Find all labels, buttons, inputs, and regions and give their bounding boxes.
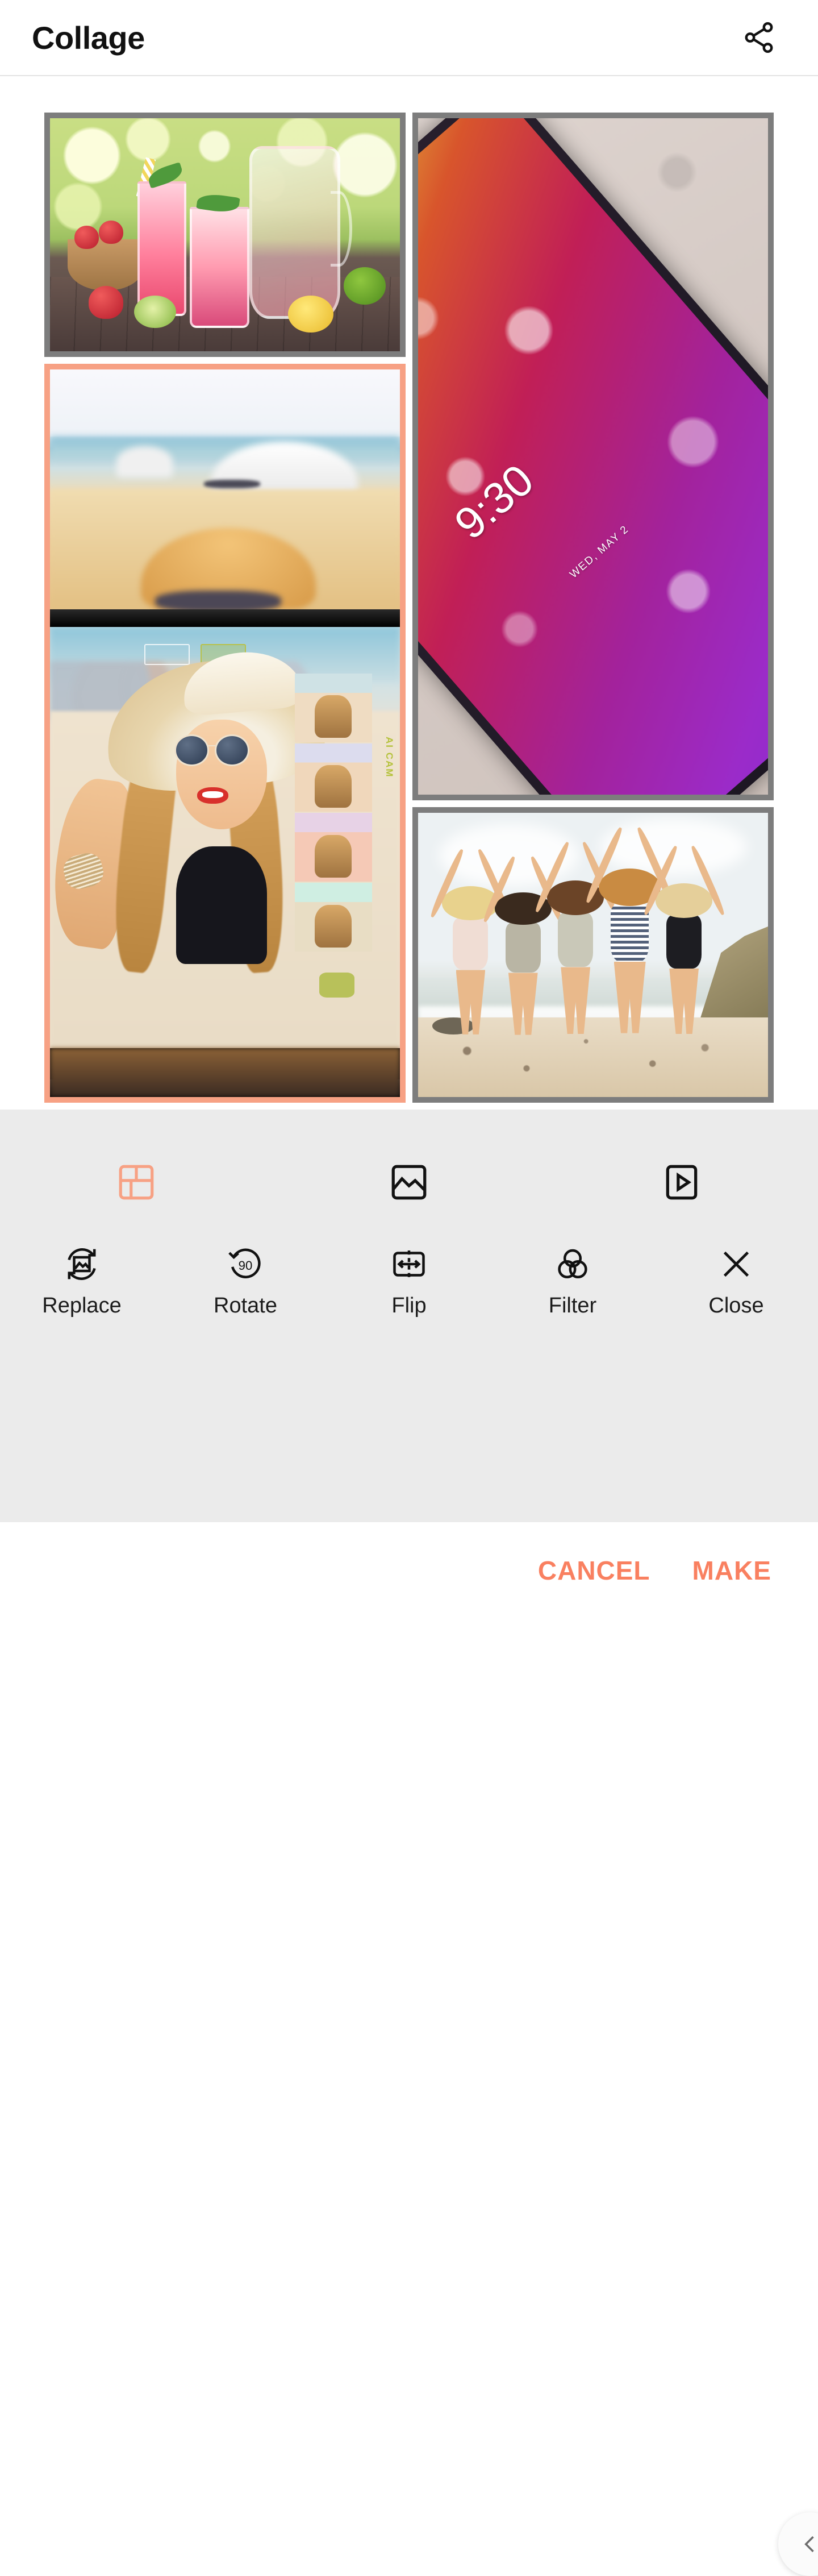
collage-grid: AI CAM 9:30 WED, MAY 2 <box>44 113 774 1103</box>
tool-flip[interactable]: Flip <box>327 1244 491 1318</box>
share-icon <box>745 22 773 53</box>
beach-selfie-phone-photo: AI CAM <box>50 369 400 1097</box>
wet-phone-wallpaper-photo: 9:30 WED, MAY 2 <box>418 118 768 795</box>
tab-background[interactable] <box>273 1161 545 1203</box>
tool-label-close: Close <box>708 1294 764 1318</box>
tool-label-rotate: Rotate <box>214 1294 277 1318</box>
friends-jumping-beach-photo <box>418 813 768 1097</box>
cancel-button[interactable]: CANCEL <box>538 1555 650 1586</box>
collage-cell-fruit-lemonade[interactable] <box>44 113 406 357</box>
tab-layout[interactable] <box>0 1161 273 1203</box>
share-button[interactable] <box>732 10 786 65</box>
collage-cell-wet-phone[interactable]: 9:30 WED, MAY 2 <box>412 113 774 800</box>
collage-cell-friends-jumping[interactable] <box>412 807 774 1103</box>
collage-column-left: AI CAM <box>44 113 406 1103</box>
close-x-icon <box>723 1251 749 1277</box>
tool-label-flip: Flip <box>391 1294 427 1318</box>
panel-tabs <box>0 1142 818 1222</box>
tool-label-filter: Filter <box>548 1294 597 1318</box>
tool-row: Replace 90 Rotate Flip Filter Close <box>0 1244 818 1318</box>
app-header: Collage <box>0 0 818 76</box>
collage-canvas: AI CAM 9:30 WED, MAY 2 <box>0 77 818 1110</box>
play-icon <box>666 1165 698 1200</box>
action-bar: CANCEL MAKE <box>0 1522 818 1619</box>
panel-collapse-handle[interactable] <box>778 2512 818 2576</box>
svg-text:90: 90 <box>239 1258 253 1273</box>
tool-replace[interactable]: Replace <box>0 1244 164 1318</box>
collage-cell-beach-selfie[interactable]: AI CAM <box>44 364 406 1103</box>
image-icon <box>391 1165 427 1200</box>
tab-slideshow[interactable] <box>545 1161 818 1203</box>
tool-rotate[interactable]: 90 Rotate <box>164 1244 327 1318</box>
flip-horizontal-icon <box>393 1250 425 1278</box>
filter-circles-icon <box>558 1249 587 1279</box>
tool-filter[interactable]: Filter <box>491 1244 654 1318</box>
replace-image-icon <box>68 1248 96 1280</box>
make-button[interactable]: MAKE <box>692 1555 771 1586</box>
fruit-lemonade-photo <box>50 118 400 351</box>
ai-cam-watermark: AI CAM <box>383 736 395 778</box>
page-title: Collage <box>32 19 145 56</box>
tool-close[interactable]: Close <box>654 1244 818 1318</box>
editor-panel: Replace 90 Rotate Flip Filter Close <box>0 1110 818 2576</box>
tool-label-replace: Replace <box>42 1294 122 1318</box>
grid-layout-icon <box>119 1165 154 1200</box>
chevron-left-icon <box>804 2536 814 2553</box>
collage-column-right: 9:30 WED, MAY 2 <box>412 113 774 1103</box>
rotate-90-icon: 90 <box>228 1248 261 1278</box>
